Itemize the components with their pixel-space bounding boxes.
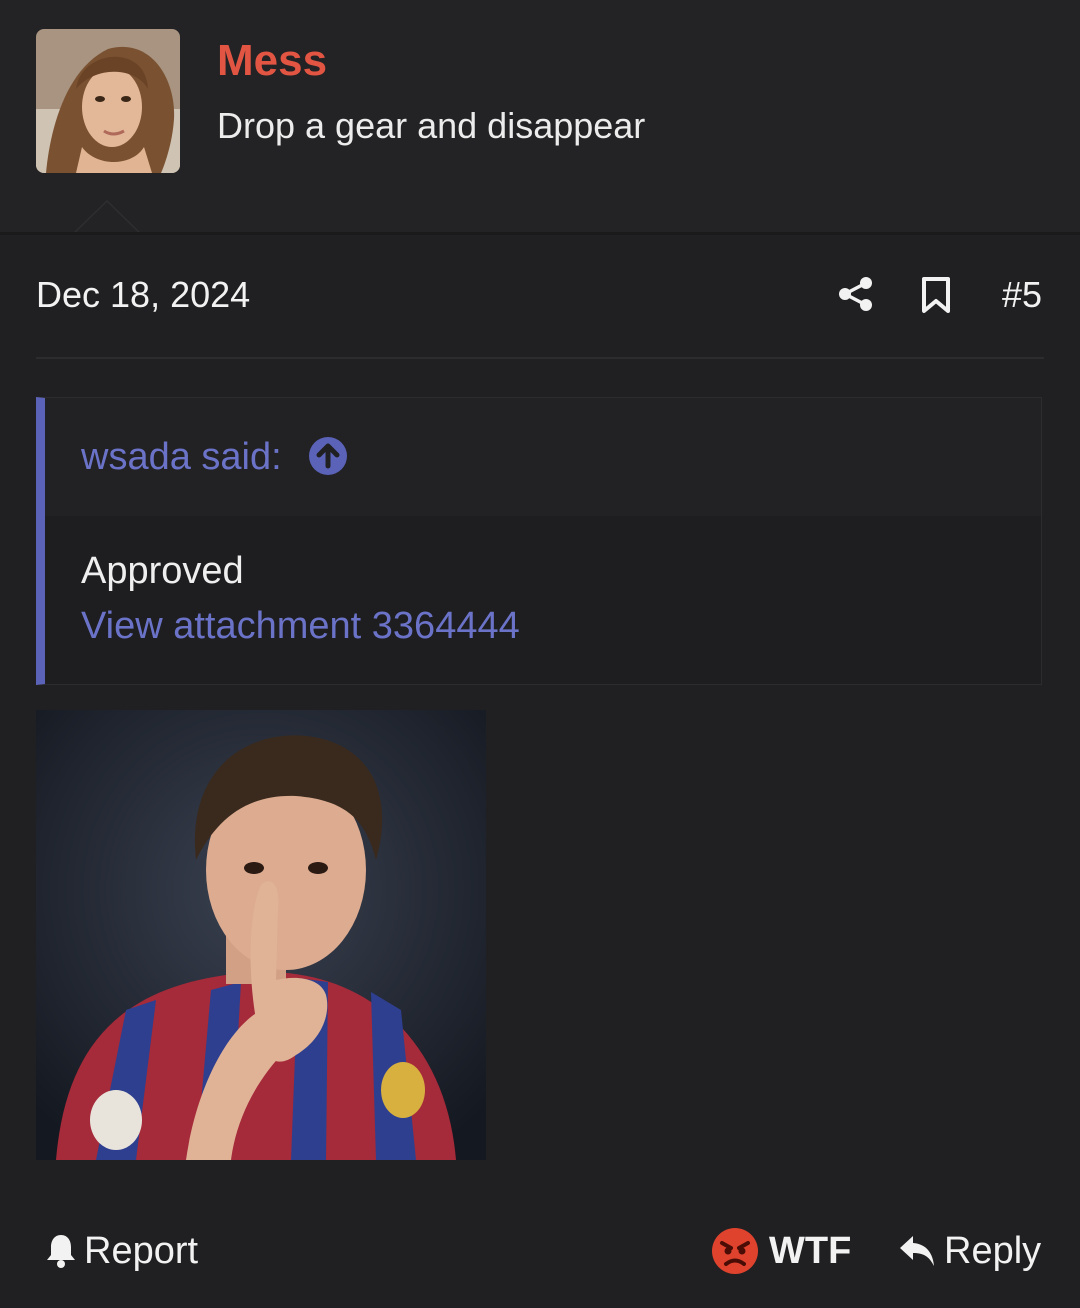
reply-button[interactable]: Reply [898,1226,1041,1276]
arrow-up-circle-icon[interactable] [308,436,348,476]
user-title: Drop a gear and disappear [217,105,646,146]
attachment-link[interactable]: View attachment 3364444 [81,605,520,648]
wtf-label: WTF [769,1229,852,1272]
quote-text: Approved [81,550,244,592]
user-avatar[interactable] [36,29,180,173]
quote-author[interactable]: wsada said: [81,436,282,479]
angry-face-icon [712,1228,758,1274]
post-date[interactable]: Dec 18, 2024 [36,274,250,316]
meta-divider [36,357,1044,359]
reply-label: Reply [944,1229,1042,1272]
username[interactable]: Mess [217,36,327,86]
user-header: Mess Drop a gear and disappear [0,0,1080,232]
quote-block: wsada said: Approved View attachment 336… [36,397,1042,685]
report-button[interactable]: Report [44,1226,198,1276]
header-divider [0,232,1080,235]
wtf-reaction-button[interactable]: WTF [711,1226,851,1276]
bookmark-icon[interactable] [920,276,952,314]
bell-icon [47,1235,75,1268]
post-image[interactable] [36,710,486,1160]
share-icon[interactable] [838,276,874,312]
report-label: Report [84,1229,199,1272]
reply-arrow-icon [900,1236,934,1266]
message-pointer [72,200,142,235]
quote-header: wsada said: [45,398,1041,516]
post-number[interactable]: #5 [1002,274,1042,316]
